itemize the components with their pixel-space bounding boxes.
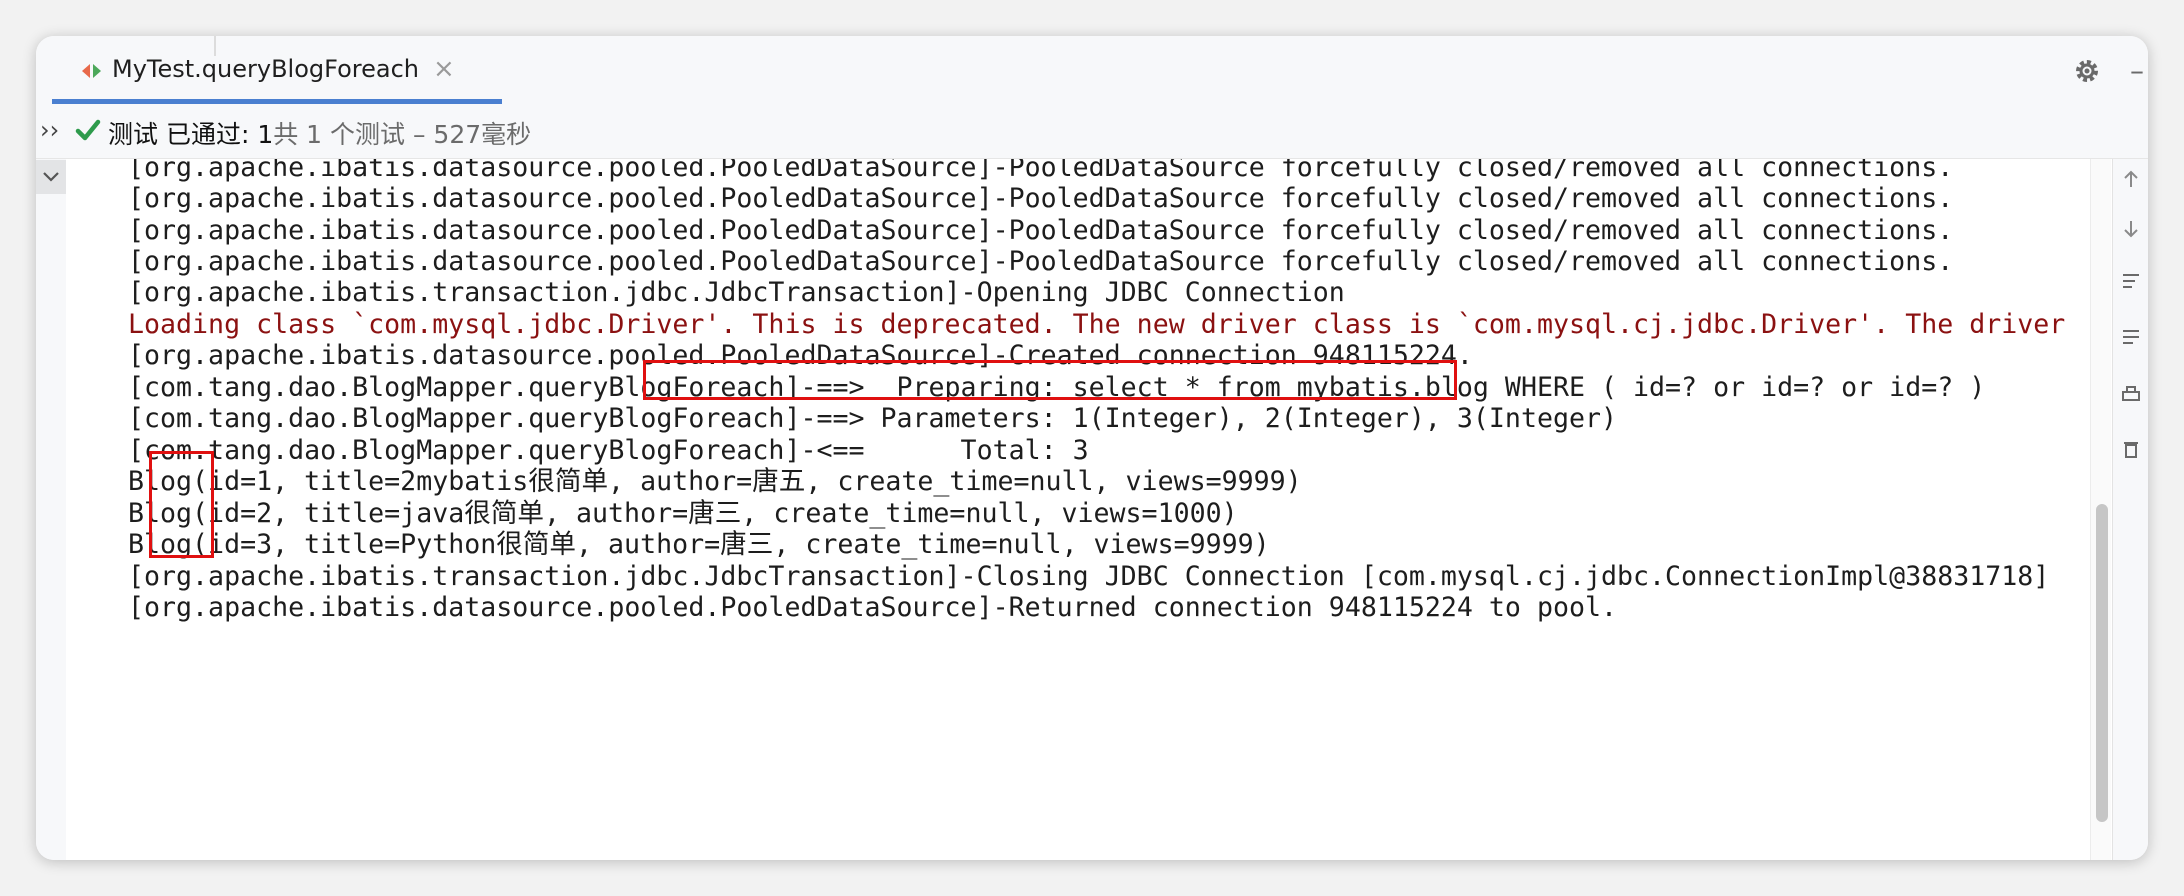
id-highlight-box — [149, 451, 214, 558]
console-line: [com.tang.dao.BlogMapper.queryBlogForeac… — [128, 403, 1618, 434]
scroll-down-icon[interactable] — [2120, 218, 2142, 240]
console-line: [org.apache.ibatis.datasource.pooled.Poo… — [128, 592, 1618, 623]
console-line: [org.apache.ibatis.datasource.pooled.Poo… — [128, 215, 1954, 246]
console-line: [org.apache.ibatis.transaction.jdbc.Jdbc… — [128, 277, 1345, 308]
sql-highlight-box — [643, 360, 1457, 400]
test-passed-label: 测试 已通过: 1 — [108, 120, 274, 149]
ide-run-panel: MyTest.queryBlogForeach × – ›› 测试 已通过: 1… — [36, 36, 2148, 860]
collapse-chevron-icon — [43, 172, 59, 182]
console-line: [org.apache.ibatis.datasource.pooled.Poo… — [128, 183, 1954, 214]
tab-label: MyTest.queryBlogForeach — [112, 55, 419, 83]
console-output[interactable]: [org.apache.ibatis.datasource.pooled.Poo… — [92, 159, 2072, 860]
expand-icon[interactable]: ›› — [40, 116, 59, 144]
console-line: Blog(id=1, title=2mybatis很简单, author=唐五,… — [128, 466, 1302, 497]
console-line: [org.apache.ibatis.datasource.pooled.Poo… — [128, 246, 1954, 277]
console-line: Blog(id=3, title=Python很简单, author=唐三, c… — [128, 529, 1270, 560]
run-config-icon — [82, 64, 101, 78]
gear-icon[interactable] — [2072, 56, 2102, 86]
scroll-up-icon[interactable] — [2120, 168, 2142, 190]
trash-icon[interactable] — [2120, 438, 2142, 460]
scrollbar-thumb[interactable] — [2096, 504, 2108, 822]
left-gutter — [36, 159, 66, 860]
soft-wrap-icon[interactable] — [2120, 270, 2142, 292]
tab-bar: MyTest.queryBlogForeach × – — [36, 36, 2148, 105]
collapse-button[interactable] — [36, 160, 66, 194]
test-detail: 共 1 个测试 – 527毫秒 — [273, 120, 532, 149]
console-toolbar — [2112, 159, 2148, 860]
console-line: [com.tang.dao.BlogMapper.queryBlogForeac… — [128, 435, 1089, 466]
check-icon — [75, 119, 101, 141]
filter-icon[interactable] — [2120, 326, 2142, 348]
print-icon[interactable] — [2120, 384, 2142, 406]
console-line: [org.apache.ibatis.transaction.jdbc.Jdbc… — [128, 561, 2050, 592]
test-status-bar: ›› 测试 已通过: 1共 1 个测试 – 527毫秒 — [36, 104, 2148, 159]
console-line-warning: Loading class `com.mysql.jdbc.Driver'. T… — [128, 309, 2072, 340]
close-icon[interactable]: × — [433, 56, 455, 82]
console-line: Blog(id=2, title=java很简单, author=唐三, cre… — [128, 498, 1238, 529]
tab-mytest[interactable]: MyTest.queryBlogForeach × — [52, 36, 502, 102]
minimize-icon[interactable]: – — [2130, 54, 2144, 87]
test-result-summary: 测试 已通过: 1共 1 个测试 – 527毫秒 — [108, 115, 531, 151]
